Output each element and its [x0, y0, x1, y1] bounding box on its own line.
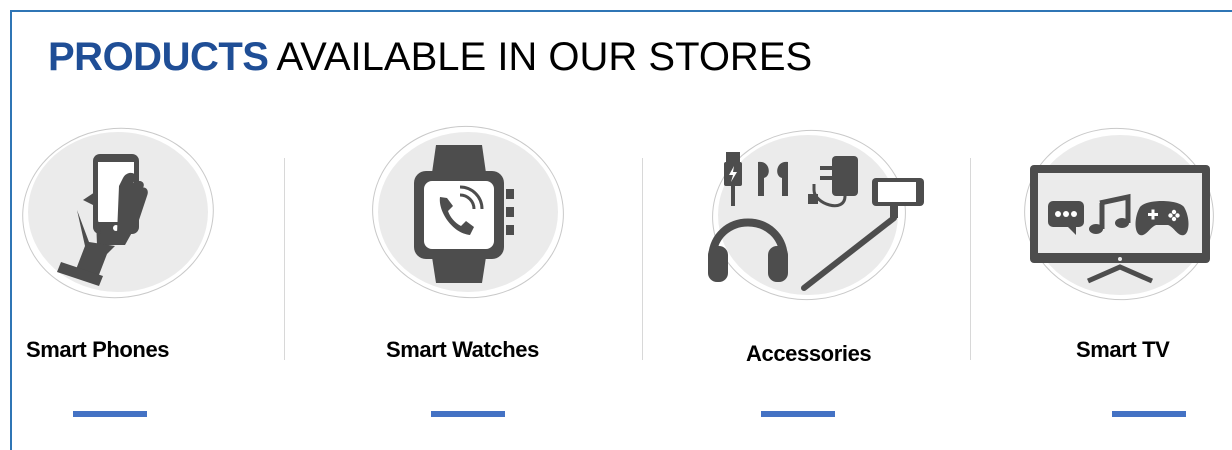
accent-bar — [1112, 411, 1186, 417]
product-label: Accessories — [746, 341, 872, 366]
column-divider — [642, 158, 643, 360]
smartwatch-icon — [414, 145, 514, 283]
page-title: PRODUCTS AVAILABLE IN OUR STORES — [48, 34, 812, 80]
accessories-icon — [708, 152, 924, 291]
product-label: Smart TV — [1076, 337, 1170, 362]
smart-tv-icon — [1030, 165, 1210, 284]
accent-bar — [431, 411, 505, 417]
column-divider — [970, 158, 971, 360]
accent-bar — [761, 411, 835, 417]
product-label: Smart Phones — [26, 337, 170, 362]
accent-bar — [73, 411, 147, 417]
smartphone-in-hand-icon — [57, 154, 148, 286]
product-label: Smart Watches — [386, 337, 539, 362]
title-emphasis: PRODUCTS — [48, 35, 269, 79]
title-rest: AVAILABLE IN OUR STORES — [276, 35, 813, 79]
column-divider — [284, 158, 285, 360]
